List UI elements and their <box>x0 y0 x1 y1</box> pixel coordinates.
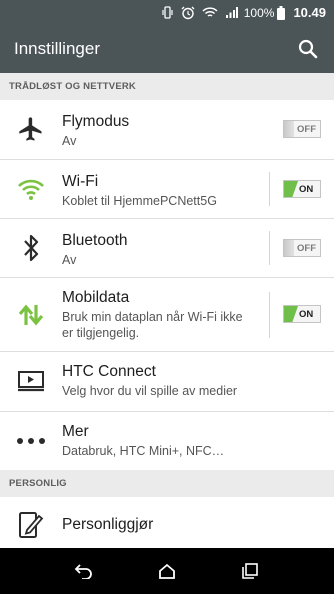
item-subtitle: Av <box>62 134 77 148</box>
toggle-state: ON <box>299 308 314 320</box>
page-title: Innstillinger <box>14 39 100 58</box>
airplane-icon <box>16 114 46 144</box>
section-header-wireless: TRÅDLØST OG NETTVERK <box>0 73 334 100</box>
settings-item-htc-connect[interactable]: HTC Connect Velg hvor du vil spille av m… <box>0 352 334 412</box>
htc-connect-icon <box>16 366 46 396</box>
toggle-knob <box>284 121 294 137</box>
more-icon <box>16 426 46 456</box>
mobildata-toggle[interactable]: ON <box>283 305 321 323</box>
flymodus-toggle[interactable]: OFF <box>283 120 321 138</box>
settings-item-flymodus[interactable]: Flymodus Av OFF <box>0 100 334 160</box>
bluetooth-toggle[interactable]: OFF <box>283 239 321 257</box>
section-label: PERSONLIG <box>9 478 67 489</box>
toggle-state: OFF <box>297 123 316 135</box>
item-title: Bluetooth <box>62 232 128 249</box>
settings-item-mer[interactable]: Mer Databruk, HTC Mini+, NFC… <box>0 412 334 470</box>
signal-icon <box>225 6 238 19</box>
section-label: TRÅDLØST OG NETTVERK <box>9 81 136 92</box>
divider <box>269 231 270 265</box>
item-subtitle: Databruk, HTC Mini+, NFC… <box>62 444 225 458</box>
wifi-icon <box>16 174 46 204</box>
toggle-state: OFF <box>297 242 316 254</box>
item-title: Wi-Fi <box>62 173 99 190</box>
navigation-bar <box>0 548 334 594</box>
personalize-icon <box>16 510 46 540</box>
item-title: Flymodus <box>62 113 130 130</box>
item-subtitle-line1: Bruk min dataplan når Wi-Fi ikke <box>62 310 243 324</box>
search-icon[interactable] <box>286 27 330 71</box>
section-header-personal: PERSONLIG <box>0 470 334 497</box>
settings-item-wifi[interactable]: Wi-Fi Koblet til HjemmePCNett5G ON <box>0 160 334 219</box>
settings-item-mobildata[interactable]: Mobildata Bruk min dataplan når Wi-Fi ik… <box>0 278 334 352</box>
wifi-toggle[interactable]: ON <box>283 180 321 198</box>
toggle-state: ON <box>299 183 314 195</box>
battery-level: 100% <box>243 5 275 20</box>
toggle-knob <box>284 240 294 256</box>
settings-item-personliggjor[interactable]: Personliggjør <box>0 497 334 548</box>
item-title: Personliggjør <box>62 516 154 533</box>
battery-icon <box>277 5 286 20</box>
back-icon[interactable] <box>64 551 104 591</box>
item-title: HTC Connect <box>62 363 156 380</box>
wifi-calling-icon <box>202 6 218 19</box>
divider <box>269 172 270 206</box>
item-title: Mer <box>62 423 89 440</box>
item-subtitle: Velg hvor du vil spille av medier <box>62 384 238 398</box>
clock: 10.49 <box>293 5 326 20</box>
item-title: Mobildata <box>62 289 130 306</box>
toggle-knob <box>284 306 298 322</box>
home-icon[interactable] <box>147 551 187 591</box>
mobile-data-icon <box>16 300 46 330</box>
bluetooth-icon <box>16 233 46 263</box>
vibrate-icon <box>161 6 174 19</box>
toggle-knob <box>284 181 298 197</box>
divider <box>269 292 270 338</box>
settings-item-bluetooth[interactable]: Bluetooth Av OFF <box>0 219 334 278</box>
item-subtitle-line2: er tilgjengelig. <box>62 326 140 340</box>
status-bar: 100% 10.49 <box>0 0 334 25</box>
item-subtitle: Koblet til HjemmePCNett5G <box>62 194 217 208</box>
item-subtitle: Av <box>62 253 77 267</box>
app-bar: Innstillinger <box>0 25 334 73</box>
alarm-icon <box>181 6 195 20</box>
recents-icon[interactable] <box>230 551 270 591</box>
